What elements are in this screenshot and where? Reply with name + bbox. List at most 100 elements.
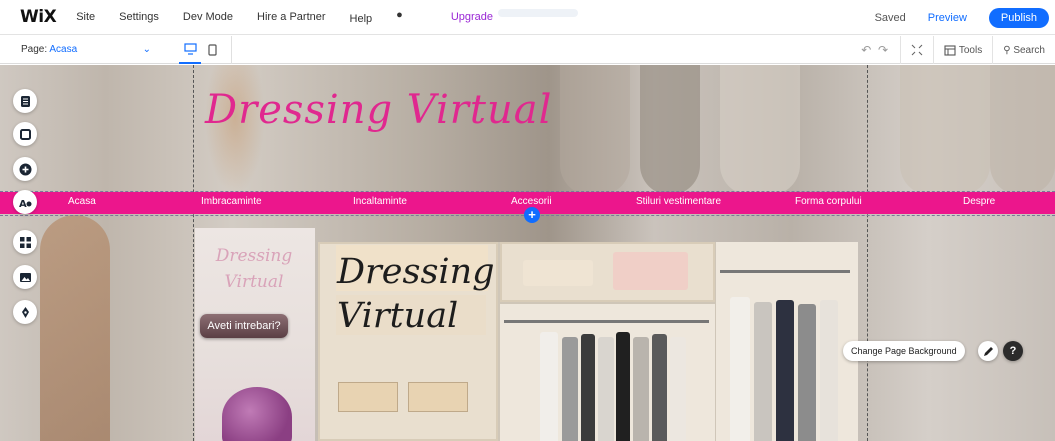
saved-status: Saved (874, 12, 906, 24)
publish-button[interactable]: Publish (988, 8, 1049, 28)
page-name: Acasa (49, 44, 78, 55)
question-mark-icon: ? (1009, 345, 1017, 357)
site-menu-item-stiluri-vestimentare[interactable]: Stiluri vestimentare (636, 196, 721, 207)
site-menu-item-accesorii[interactable]: Accesorii (511, 196, 552, 207)
device-switcher (179, 35, 232, 64)
background-garment (900, 65, 990, 195)
hanging-garment (562, 337, 578, 441)
folded-clothes (523, 260, 593, 286)
menu-upgrade[interactable]: Upgrade (451, 11, 493, 23)
hanging-garment (581, 334, 595, 441)
mobile-view-button[interactable] (201, 36, 223, 64)
hanging-garment (798, 304, 816, 441)
media-button[interactable] (13, 265, 37, 289)
apps-button[interactable] (13, 230, 37, 254)
undo-redo: ↶ ↷ (849, 36, 900, 64)
add-elements-button[interactable] (13, 157, 37, 181)
grid-guide-right (867, 65, 868, 441)
undo-icon[interactable]: ↶ (861, 43, 871, 57)
pages-menu-button[interactable] (13, 89, 37, 113)
hanging-garment (730, 297, 750, 441)
toolbar-right: ↶ ↷ Tools ⚲ Search (849, 36, 1055, 64)
menu-settings[interactable]: Settings (119, 11, 159, 23)
pencil-icon (983, 346, 993, 356)
tools-button[interactable]: Tools (933, 36, 992, 64)
menu-help-label: Help (349, 13, 373, 26)
square-icon (19, 128, 31, 140)
menu-site[interactable]: Site (76, 11, 95, 23)
redo-icon[interactable]: ↷ (878, 43, 888, 57)
background-garment (720, 65, 800, 195)
hanging-garment (670, 337, 686, 441)
storage-box (338, 382, 398, 412)
edit-background-button[interactable] (978, 341, 998, 361)
zoom-out-button[interactable] (900, 36, 933, 64)
zoom-out-icon (911, 44, 923, 56)
site-menu-item-imbracaminte[interactable]: Imbracaminte (201, 196, 262, 207)
site-title[interactable]: Dressing Virtual (205, 87, 552, 133)
plus-circle-icon (19, 163, 31, 175)
add-section-button[interactable]: + (524, 207, 540, 223)
background-garment (640, 65, 700, 195)
help-notification-dot: ● (396, 8, 403, 21)
hanging-garment (598, 337, 614, 441)
site-menu-item-forma-corpului[interactable]: Forma corpului (795, 196, 862, 207)
menu-dev-mode[interactable]: Dev Mode (183, 11, 233, 23)
divider (231, 35, 232, 64)
section-guide-top (0, 191, 1055, 192)
wardrobe-title-line1: Dressing (337, 252, 495, 292)
wardrobe-title: Dressing Virtual (337, 250, 495, 338)
layout-button[interactable] (13, 122, 37, 146)
pampas-grass-decor (40, 215, 110, 441)
ask-questions-button[interactable]: Aveti intrebari? (200, 314, 288, 338)
desktop-icon (183, 42, 197, 55)
hanging-garment (616, 332, 630, 441)
wardrobe-rod (720, 270, 850, 273)
media-icon (19, 272, 31, 282)
hanging-garment (540, 332, 558, 441)
wardrobe-title-line2: Virtual (337, 296, 459, 336)
page-selector[interactable]: Page: Acasa ⌄ (21, 44, 151, 55)
page-selector-text: Page: Acasa (21, 44, 77, 55)
lilac-flowers-image (222, 387, 292, 441)
top-right-actions: Saved Preview Publish (875, 8, 1049, 28)
site-menu-item-incaltaminte[interactable]: Incaltaminte (353, 196, 407, 207)
tools-icon (944, 44, 956, 56)
hanging-garment (652, 334, 667, 441)
hanging-garment (820, 300, 838, 441)
top-bar-collapse-handle[interactable] (498, 9, 578, 17)
desktop-view-button[interactable] (179, 36, 201, 64)
design-icon: A (19, 199, 31, 209)
search-button[interactable]: ⚲ Search (992, 36, 1055, 64)
page-label: Page: (21, 44, 48, 55)
apps-icon (19, 236, 31, 248)
card-title: Dressing Virtual (206, 243, 302, 295)
wix-logo[interactable]: WiX (20, 7, 57, 27)
search-icon: ⚲ (1003, 44, 1011, 56)
editor-toolbar: Page: Acasa ⌄ ↶ ↷ Tools ⚲ Search (0, 35, 1055, 64)
background-garment (990, 65, 1055, 195)
background-garment (560, 65, 630, 195)
change-page-background-button[interactable]: Change Page Background (843, 341, 965, 361)
pages-icon (20, 95, 30, 107)
storage-box (408, 382, 468, 412)
svg-text:A: A (19, 199, 27, 209)
help-button[interactable]: ? (1003, 341, 1023, 361)
card-title-line1: Dressing (215, 246, 293, 266)
mobile-icon (207, 43, 217, 56)
hanging-garment (776, 300, 794, 441)
menu-help[interactable]: Help ● (350, 9, 427, 26)
card-title-line2: Virtual (224, 272, 284, 292)
editor-canvas[interactable]: Dressing Virtual Acasa Imbracaminte Inca… (0, 65, 1055, 441)
preview-button[interactable]: Preview (928, 12, 967, 24)
chevron-down-icon: ⌄ (142, 44, 151, 55)
pen-nib-icon (21, 306, 29, 318)
search-label: Search (1013, 44, 1045, 56)
site-menu-item-despre[interactable]: Despre (963, 196, 995, 207)
folded-clothes (613, 252, 688, 290)
design-button[interactable]: A (13, 190, 37, 214)
menu-hire-a-partner[interactable]: Hire a Partner (257, 11, 325, 23)
wardrobe-rod (504, 320, 709, 323)
blog-button[interactable] (13, 300, 37, 324)
site-menu-item-acasa[interactable]: Acasa (68, 196, 96, 207)
